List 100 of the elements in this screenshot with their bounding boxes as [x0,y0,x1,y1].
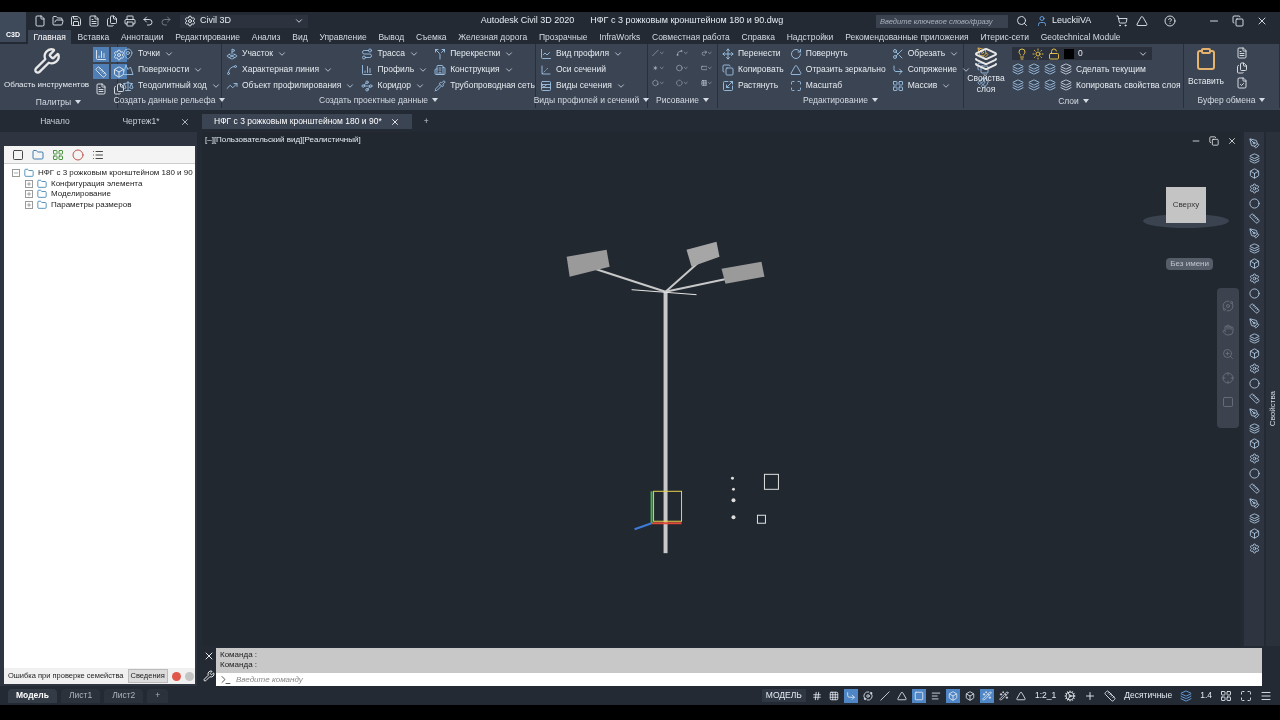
gear-icon[interactable] [1064,689,1077,702]
new-file-icon[interactable] [34,15,46,27]
palette-toggle[interactable] [111,47,128,62]
box-icon[interactable] [1248,348,1260,359]
layers-icon[interactable] [1180,689,1193,702]
folder-icon[interactable] [52,15,64,27]
pen-icon[interactable] [1248,228,1260,239]
family-tool-icon[interactable] [12,148,24,161]
annotation-scale[interactable]: 1:2_1 [1034,689,1057,702]
panel-title[interactable]: Редактирование [803,93,878,107]
expand-toggle[interactable] [25,200,33,209]
ribbon-command[interactable]: Точки [122,47,221,60]
grid-icon[interactable] [1220,689,1232,702]
ribbon-tab[interactable]: InfraWorks [593,30,646,44]
ribbon-tab[interactable]: Совместная работа [646,30,736,44]
ribbon-command[interactable]: Сделать текущим [1060,63,1146,76]
ribbon-command[interactable]: Теодолитный ход [122,79,221,92]
list-icon[interactable] [92,148,104,161]
layer-tool-icon[interactable] [1012,79,1024,92]
circle-icon[interactable] [1248,288,1260,299]
status-toggle[interactable] [877,688,892,703]
gear-icon[interactable] [1248,273,1260,284]
panel-title[interactable]: Буфер обмена [1197,93,1266,107]
document-tab[interactable]: НФГ с 3 рожковым кронштейном 180 и 90* [202,114,412,129]
user-icon[interactable] [1036,15,1048,27]
ribbon-command[interactable]: Профиль [361,63,429,76]
hexagon-icon[interactable] [652,77,659,89]
ruler-icon[interactable] [1248,393,1260,404]
ribbon-tab[interactable]: Анализ [246,30,286,44]
status-toggle[interactable] [911,688,926,703]
side-palette-tab[interactable]: Свойства [1266,132,1280,646]
document-icon[interactable] [88,15,100,27]
document-icon[interactable] [1236,47,1249,59]
pen-icon[interactable] [977,47,989,59]
printer-icon[interactable] [124,15,136,27]
ribbon-tab[interactable]: Железная дорога [452,30,533,44]
restore-icon[interactable] [1209,136,1219,146]
close-icon[interactable] [1227,136,1237,146]
ucs-dropdown[interactable]: Без имени [1166,258,1213,270]
panel-title[interactable]: Рисование [656,93,709,107]
layer-tool-icon[interactable] [1044,79,1056,92]
panel-title[interactable]: Виды профилей и сечений [533,93,650,107]
layout-tab[interactable]: Лист1 [60,688,101,703]
tree-item[interactable]: Параметры размеров [51,198,132,211]
ruler-icon[interactable] [1248,303,1260,314]
box-icon[interactable] [1248,258,1260,269]
ribbon-command[interactable]: Сопряжение [891,63,971,76]
ribbon-tab[interactable]: Аннотации [115,30,169,44]
layout-tab[interactable]: Лист2 [104,688,144,703]
document-tab[interactable]: Начало [12,114,98,129]
panel-title[interactable]: Слои [1058,94,1089,108]
ribbon-command[interactable]: Объект профилирования [226,79,356,92]
gear-icon[interactable] [1248,543,1260,554]
ruler-icon[interactable] [1248,483,1260,494]
help-icon[interactable] [1164,15,1176,27]
ribbon-tab[interactable]: Прозрачные [533,30,593,44]
close-icon[interactable] [180,116,190,127]
layer-tool-icon[interactable] [1044,63,1056,76]
circle-icon[interactable] [676,62,684,74]
cart-icon[interactable] [1116,15,1128,27]
lineweight-value[interactable]: 1.4 [1200,689,1212,702]
wrench-icon[interactable] [203,670,215,682]
viewport[interactable]: [–][Пользовательский вид][Реалистичный] Сверху Без имени [202,132,1241,646]
ribbon-command[interactable]: Поверхности [122,63,221,76]
tree-item[interactable]: Моделирование [51,188,111,201]
toolspace-button[interactable]: Область инструментов [4,47,90,91]
files-icon[interactable] [1236,62,1249,74]
status-toggle[interactable] [996,688,1011,703]
layers-icon[interactable] [1248,333,1260,344]
file-check-icon[interactable] [1236,77,1249,89]
user-name[interactable]: LeuckiiVA [1052,14,1112,28]
units-dropdown[interactable]: Десятичные [1124,689,1173,702]
ribbon-tab[interactable]: Рекомендованные приложения [839,30,974,44]
tree-item[interactable]: НФГ с 3 рожковым кронштейном 180 и 90 [38,167,193,180]
ribbon-tab[interactable]: Вид [286,30,313,44]
ribbon-tab[interactable]: Надстройки [781,30,839,44]
ribbon-tab[interactable]: Съемка [410,30,452,44]
ribbon-command[interactable]: Конструкция [434,63,549,76]
layers-icon[interactable] [1248,243,1260,254]
ribbon-tab[interactable]: Итерис-сети [975,30,1035,44]
pen-icon[interactable] [1248,498,1260,509]
ribbon-tab[interactable]: Редактирование [169,30,246,44]
layers-icon[interactable] [1248,423,1260,434]
ruler-icon[interactable] [1104,689,1117,702]
ribbon-command[interactable]: Трасса [361,47,429,60]
status-toggle[interactable] [843,688,858,703]
pen-icon[interactable] [1248,318,1260,329]
circle-icon[interactable] [1248,198,1260,209]
close-icon[interactable] [203,650,215,662]
circle-icon[interactable] [1248,468,1260,479]
layer-dropdown[interactable]: 0 [1012,47,1152,60]
hatch-icon[interactable] [700,77,708,89]
ribbon-tab[interactable]: Справка [736,30,781,44]
layer-tool-icon[interactable] [1028,79,1040,92]
layer-properties-button[interactable]: Свойства слоя [968,47,1004,95]
paste-button[interactable]: Вставить [1188,47,1225,88]
ribbon-tab[interactable]: Вставка [72,30,115,44]
fullscreen-icon[interactable] [1240,689,1252,702]
terminal-icon[interactable] [220,673,232,686]
triangle-icon[interactable] [1136,15,1148,27]
